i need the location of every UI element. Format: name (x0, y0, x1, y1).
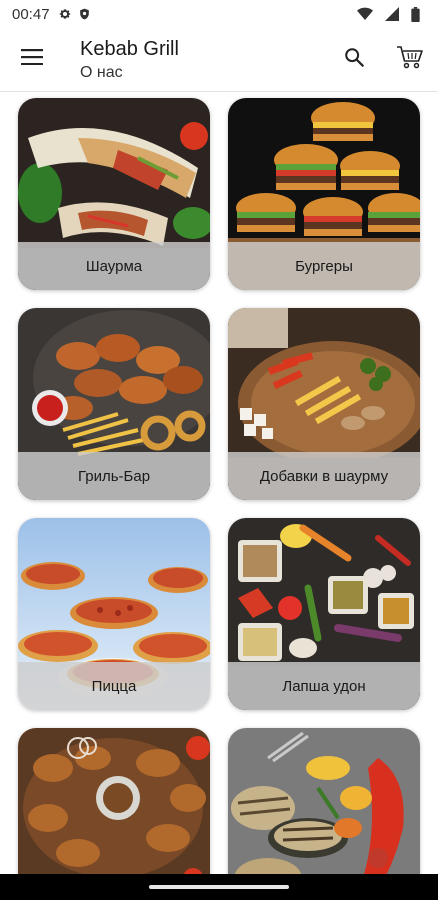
search-icon (343, 46, 365, 73)
search-button[interactable] (326, 28, 382, 92)
category-label: Лапша удон (282, 677, 366, 695)
category-label: Гриль-Бар (77, 467, 151, 485)
category-card-grill-bar[interactable]: Гриль-Бар (18, 308, 210, 500)
category-grid: Шаурма Бургеры Гриль-Бар Добавки в шаурм… (0, 92, 438, 874)
app-bar-titles: Kebab Grill О нас (64, 37, 326, 83)
shield-icon (78, 7, 91, 21)
category-label: Пицца (91, 677, 137, 695)
category-label: Шаурма (85, 257, 143, 275)
system-navigation-bar (0, 874, 438, 900)
menu-icon (21, 49, 43, 70)
category-card-burgers[interactable]: Бургеры (228, 98, 420, 290)
category-card-shawarma[interactable]: Шаурма (18, 98, 210, 290)
signal-icon (385, 7, 399, 21)
app-bar: Kebab Grill О нас (0, 28, 438, 92)
category-card-grilled-vegetables[interactable] (228, 728, 420, 874)
menu-button[interactable] (0, 28, 64, 92)
category-card-shawarma-addons[interactable]: Добавки в шаурму (228, 308, 420, 500)
status-time: 00:47 (12, 5, 50, 23)
category-card-grill-platter[interactable] (18, 728, 210, 874)
status-bar: 00:47 (0, 0, 438, 28)
app-title: Kebab Grill (80, 37, 179, 60)
home-gesture-handle[interactable] (149, 885, 289, 889)
cart-icon (396, 44, 424, 75)
wifi-icon (357, 7, 373, 21)
grilled-vegetables-photo (228, 728, 420, 874)
grill-platter-photo (18, 728, 210, 874)
battery-icon (411, 6, 420, 22)
category-card-udon[interactable]: Лапша удон (228, 518, 420, 710)
category-label: Бургеры (295, 257, 353, 275)
category-card-pizza[interactable]: Пицца (18, 518, 210, 710)
gear-icon (58, 7, 72, 21)
about-link[interactable]: О нас (80, 63, 326, 83)
cart-button[interactable] (382, 28, 438, 92)
category-label: Добавки в шаурму (259, 467, 389, 485)
